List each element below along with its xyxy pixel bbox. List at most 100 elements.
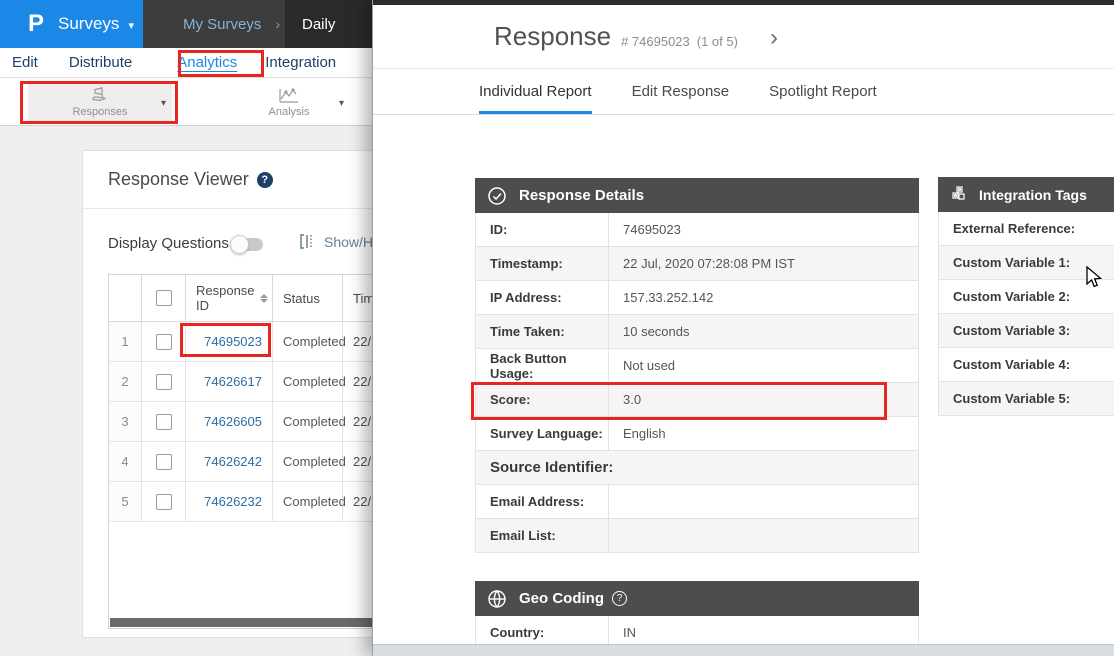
response-details-section: Response Details ID:74695023 Timestamp:2… — [475, 178, 919, 553]
response-viewer-card: Response Viewer ? Display Questions Show… — [82, 150, 380, 638]
status-cell: Completed — [273, 482, 343, 521]
analysis-label: Analysis — [269, 106, 310, 118]
tab-analytics[interactable]: Analytics — [177, 54, 237, 71]
integration-row: External Reference: — [938, 212, 1114, 246]
response-id-link[interactable]: 74626242 — [186, 442, 273, 481]
show-hide-columns-button[interactable]: Show/H — [299, 233, 373, 250]
show-hide-label: Show/H — [324, 234, 373, 250]
mouse-cursor — [1083, 266, 1103, 290]
response-detail-panel: Response # 74695023 (1 of 5) › Individua… — [372, 0, 1114, 656]
tab-integration[interactable]: Integration — [265, 54, 336, 71]
detail-row: ID:74695023 — [475, 213, 919, 247]
display-questions-label: Display Questions — [108, 235, 229, 252]
survey-tab-daily[interactable]: Daily — [285, 0, 372, 48]
analysis-caret-icon[interactable]: ▾ — [339, 98, 344, 109]
tab-individual-report[interactable]: Individual Report — [479, 69, 592, 114]
survey-tab-label: Daily — [302, 16, 335, 33]
toggle-knob — [230, 235, 249, 254]
geo-coding-section: Geo Coding ? Country:IN — [475, 581, 919, 650]
integration-tags-header: Integration Tags — [938, 177, 1114, 212]
response-position: (1 of 5) — [697, 34, 738, 49]
responses-label: Responses — [72, 106, 127, 118]
panel-title: Response — [494, 21, 611, 52]
select-all-checkbox[interactable] — [156, 290, 172, 306]
show-hide-columns-icon — [299, 233, 316, 250]
viewer-controls: Display Questions Show/H — [83, 227, 379, 261]
sort-icon[interactable] — [260, 294, 268, 303]
product-name: Surveys — [58, 14, 119, 34]
questionpro-logo: P — [28, 10, 44, 38]
header-response-id[interactable]: Response ID — [186, 275, 273, 321]
detail-row: Email Address: — [475, 485, 919, 519]
panel-header: Response # 74695023 (1 of 5) › — [373, 5, 1114, 69]
table-row: 1 74695023 Completed 22/ — [109, 322, 381, 362]
scrollbar-thumb[interactable] — [110, 618, 381, 627]
row-checkbox[interactable] — [156, 494, 172, 510]
detail-row: Timestamp:22 Jul, 2020 07:28:08 PM IST — [475, 247, 919, 281]
response-details-header: Response Details — [475, 178, 919, 213]
help-icon[interactable]: ? — [257, 172, 273, 188]
response-number: # 74695023 — [621, 34, 690, 49]
globe-icon — [487, 589, 507, 609]
responses-flag-icon — [89, 86, 111, 104]
responses-caret-icon[interactable]: ▾ — [161, 98, 166, 109]
table-row: 4 74626242 Completed 22/ — [109, 442, 381, 482]
analysis-chart-icon — [278, 86, 300, 104]
main-nav: Edit Distribute Analytics Integration — [0, 48, 372, 78]
tab-distribute[interactable]: Distribute — [69, 54, 132, 71]
breadcrumb: My Surveys › Daily — [143, 0, 372, 48]
status-cell: Completed — [273, 362, 343, 401]
card-title-row: Response Viewer ? — [83, 151, 379, 209]
tab-edit-response[interactable]: Edit Response — [632, 69, 730, 114]
detail-row-score: Score:3.0 — [475, 383, 919, 417]
table-empty-area — [109, 522, 381, 617]
display-questions-toggle[interactable] — [233, 238, 263, 251]
horizontal-scrollbar[interactable] — [109, 617, 381, 628]
integration-row: Custom Variable 5: — [938, 382, 1114, 416]
detail-row: Source Identifier: — [475, 451, 919, 485]
integration-tags-section: Integration Tags External Reference: Cus… — [938, 177, 1114, 416]
response-id-link[interactable]: 74626617 — [186, 362, 273, 401]
select-all-cell — [142, 275, 186, 321]
responses-button[interactable]: Responses ▾ — [28, 82, 172, 122]
geo-help-icon[interactable]: ? — [612, 591, 627, 606]
row-checkbox[interactable] — [156, 454, 172, 470]
chevron-down-icon: ▾ — [128, 19, 134, 32]
panel-horizontal-scrollbar[interactable] — [373, 644, 1114, 656]
next-response-chevron-icon[interactable]: › — [770, 24, 778, 52]
row-index: 4 — [109, 442, 142, 481]
tab-edit[interactable]: Edit — [12, 54, 38, 71]
row-index: 2 — [109, 362, 142, 401]
integration-row: Custom Variable 4: — [938, 348, 1114, 382]
header-status[interactable]: Status — [273, 275, 343, 321]
status-cell: Completed — [273, 442, 343, 481]
response-id-link[interactable]: 74695023 — [186, 322, 273, 361]
detail-row: IP Address:157.33.252.142 — [475, 281, 919, 315]
response-id-link[interactable]: 74626605 — [186, 402, 273, 441]
tab-spotlight-report[interactable]: Spotlight Report — [769, 69, 877, 114]
row-checkbox[interactable] — [156, 374, 172, 390]
row-index: 1 — [109, 322, 142, 361]
breadcrumb-my-surveys[interactable]: My Surveys — [183, 16, 261, 33]
row-checkbox[interactable] — [156, 414, 172, 430]
row-checkbox[interactable] — [156, 334, 172, 350]
integration-row: Custom Variable 3: — [938, 314, 1114, 348]
panel-tabs: Individual Report Edit Response Spotligh… — [373, 69, 1114, 115]
puzzle-icon — [950, 185, 969, 204]
breadcrumb-separator: › — [275, 16, 280, 32]
analytics-toolbar: Responses ▾ Analysis ▾ — [0, 78, 372, 126]
detail-row: Back Button Usage:Not used — [475, 349, 919, 383]
circle-check-icon — [487, 186, 507, 206]
status-cell: Completed — [273, 402, 343, 441]
detail-row: Email List: — [475, 519, 919, 553]
geo-coding-header: Geo Coding ? — [475, 581, 919, 616]
detail-row: Survey Language:English — [475, 417, 919, 451]
row-index: 3 — [109, 402, 142, 441]
row-index: 5 — [109, 482, 142, 521]
detail-row: Time Taken:10 seconds — [475, 315, 919, 349]
analysis-button[interactable]: Analysis ▾ — [228, 82, 350, 122]
app-switcher[interactable]: P Surveys ▾ — [0, 0, 143, 48]
response-id-link[interactable]: 74626232 — [186, 482, 273, 521]
table-row: 5 74626232 Completed 22/ — [109, 482, 381, 522]
table-row: 2 74626617 Completed 22/ — [109, 362, 381, 402]
